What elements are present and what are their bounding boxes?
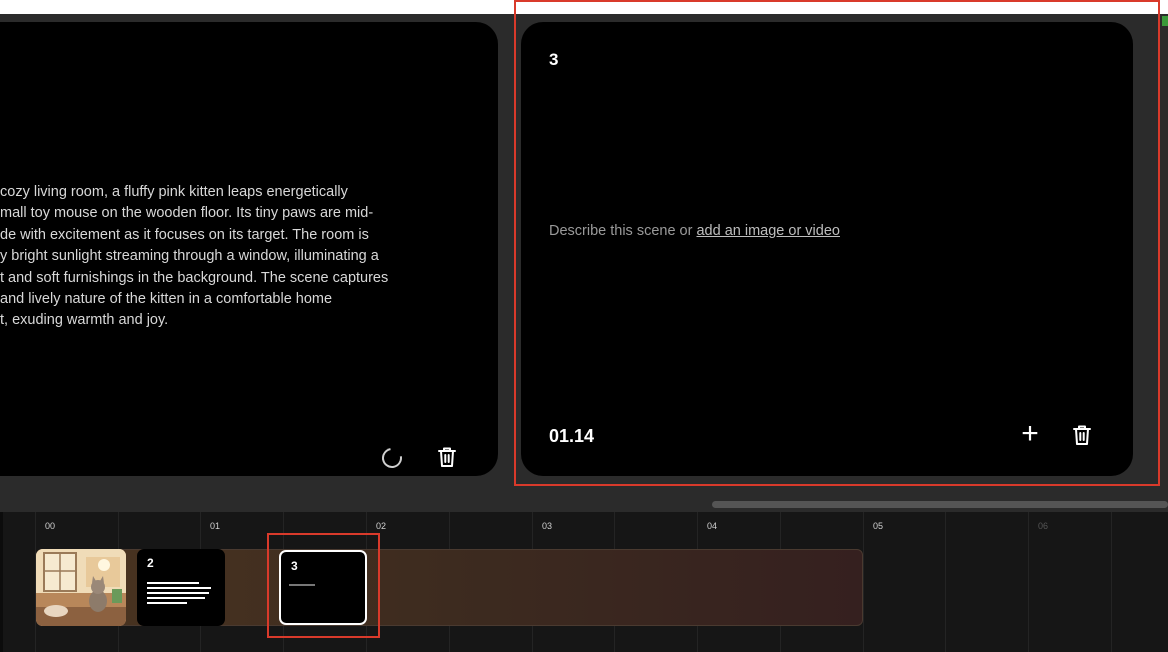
placeholder-text: Describe this scene or: [549, 223, 697, 239]
tick-line: [945, 512, 946, 652]
tick-label: 06: [1038, 521, 1049, 531]
scene-thumbnail-3[interactable]: 3: [279, 550, 367, 625]
description-line: t, exuding warmth and joy.: [0, 312, 169, 329]
tick-line: [1028, 512, 1029, 652]
timeline[interactable]: 00 01 02 03 04 05 06 2 3: [0, 512, 1168, 652]
window-corner-indicator: [1162, 16, 1168, 26]
tick-line: [863, 512, 864, 652]
empty-scene-dash: [289, 584, 315, 586]
scene-number: 3: [549, 50, 559, 69]
description-line: t and soft furnishings in the background…: [0, 269, 389, 286]
tick-label: 05: [873, 521, 884, 531]
description-line: y bright sunlight streaming through a wi…: [0, 248, 379, 265]
horizontal-scrollbar-thumb[interactable]: [712, 501, 1168, 508]
scene-card-2[interactable]: cozy living room, a fluffy pink kitten l…: [0, 22, 498, 476]
description-line: mall toy mouse on the wooden floor. Its …: [0, 205, 374, 222]
scene-thumbnail-number: 2: [147, 556, 154, 570]
trash-icon[interactable]: [437, 446, 457, 468]
scene-thumbnail-number: 3: [291, 559, 298, 573]
scene-card-3[interactable]: 3 Describe this scene or add an image or…: [521, 22, 1133, 476]
tick-label: 03: [542, 521, 553, 531]
tick-line: [1111, 512, 1112, 652]
tick-label: 02: [376, 521, 387, 531]
scene-thumbnail-2[interactable]: 2: [137, 549, 225, 626]
top-strip: [0, 0, 1168, 14]
scene-prompt-input[interactable]: Describe this scene or add an image or v…: [549, 223, 840, 239]
scene-description[interactable]: cozy living room, a fluffy pink kitten l…: [0, 182, 460, 332]
scene-thumbnail-1[interactable]: [36, 549, 126, 626]
tick-label: 04: [707, 521, 718, 531]
kitten-image-thumbnail: [36, 549, 126, 626]
scene-timestamp: 01.14: [549, 426, 595, 446]
add-media-link[interactable]: add an image or video: [696, 223, 840, 239]
loading-spinner-icon: [378, 444, 406, 472]
trash-icon[interactable]: [1072, 424, 1092, 446]
description-line: cozy living room, a fluffy pink kitten l…: [0, 184, 348, 200]
timeline-edge: [0, 512, 3, 652]
tick-label: 01: [210, 521, 221, 531]
tick-label: 00: [45, 521, 56, 531]
text-lines-icon: [147, 582, 211, 606]
plus-icon[interactable]: +: [1016, 419, 1044, 449]
description-line: de with excitement as it focuses on its …: [0, 226, 369, 243]
description-line: and lively nature of the kitten in a com…: [0, 291, 333, 308]
